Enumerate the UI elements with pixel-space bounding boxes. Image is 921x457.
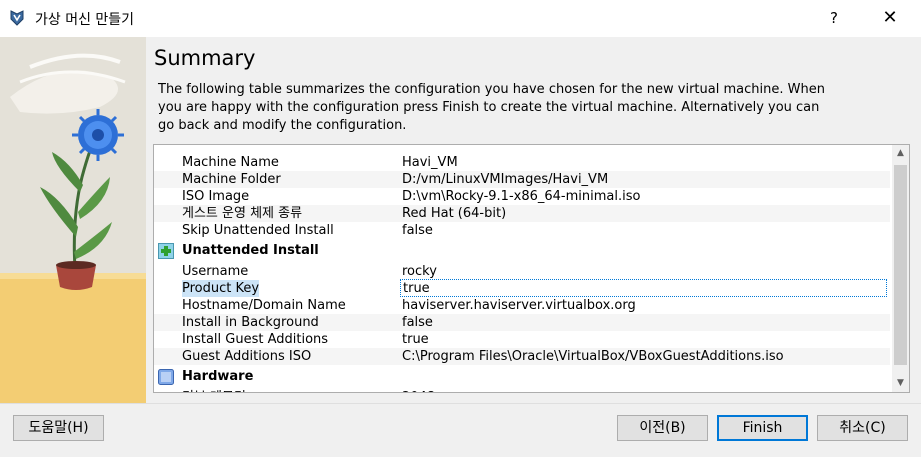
row-key: 기본 메모리 (182, 389, 246, 392)
table-row-selected[interactable]: Product Key true (154, 279, 890, 297)
table-row[interactable]: Machine Name Havi_VM (154, 154, 890, 171)
row-key: Machine Name (182, 155, 279, 170)
row-key: Guest Additions ISO (182, 349, 312, 364)
row-value: haviserver.haviserver.virtualbox.org (402, 298, 636, 313)
row-key: Machine Folder (182, 172, 281, 187)
row-key: Product Key (182, 280, 260, 297)
scroll-up-icon[interactable]: ▲ (892, 145, 909, 162)
title-bar: 가상 머신 만들기 ? ✕ (0, 0, 921, 38)
unattended-install-icon (158, 243, 174, 259)
summary-table[interactable]: Machine Name Havi_VM Machine Folder D:/vm/… (153, 144, 910, 393)
hardware-icon (158, 369, 174, 385)
row-value: Havi_VM (402, 155, 458, 170)
back-button[interactable]: 이전(B) (617, 415, 708, 441)
help-icon[interactable]: ? (818, 4, 850, 32)
vertical-scrollbar[interactable]: ▲ ▼ (892, 145, 909, 392)
scroll-down-icon[interactable]: ▼ (892, 375, 909, 392)
finish-button[interactable]: Finish (717, 415, 808, 441)
row-key: Install Guest Additions (182, 332, 329, 347)
table-row[interactable]: Username rocky (154, 263, 890, 280)
scrollbar-thumb[interactable] (894, 165, 907, 365)
row-value: 2048 (402, 389, 435, 392)
close-icon[interactable]: ✕ (870, 4, 910, 32)
row-value: rocky (402, 264, 437, 279)
row-key: Username (182, 264, 249, 279)
table-row[interactable]: Hostname/Domain Name haviserver.haviserve… (154, 297, 890, 314)
row-key: 게스트 운영 체제 종류 (182, 206, 303, 221)
wizard-illustration (0, 37, 146, 403)
row-value: false (402, 223, 433, 238)
row-value: D:/vm/LinuxVMImages/Havi_VM (402, 172, 609, 187)
row-value: C:\Program Files\Oracle\VirtualBox/VBoxG… (402, 349, 784, 364)
row-value: false (402, 315, 433, 330)
table-row[interactable]: ISO Image D:\vm\Rocky-9.1-x86_64-minimal.… (154, 188, 890, 205)
virtualbox-icon (10, 10, 24, 26)
row-value: true (402, 332, 429, 347)
row-value: Red Hat (64-bit) (402, 206, 507, 221)
table-row[interactable]: Install Guest Additions true (154, 331, 890, 348)
row-value: D:\vm\Rocky-9.1-x86_64-minimal.iso (402, 189, 641, 204)
row-key: Install in Background (182, 315, 319, 330)
section-label: Hardware (182, 369, 254, 384)
row-key: ISO Image (182, 189, 250, 204)
table-spacer (154, 145, 890, 154)
page-description: The following table summarizes the confi… (158, 82, 825, 133)
table-row[interactable]: 기본 메모리 2048 (154, 389, 890, 392)
table-row[interactable]: Machine Folder D:/vm/LinuxVMImages/Havi_V… (154, 171, 890, 188)
row-key: Hostname/Domain Name (182, 298, 346, 313)
table-row[interactable]: Install in Background false (154, 314, 890, 331)
section-label: Unattended Install (182, 243, 319, 258)
table-row[interactable]: 게스트 운영 체제 종류 Red Hat (64-bit) (154, 205, 890, 222)
window-title: 가상 머신 만들기 (35, 12, 135, 28)
summary-rows: Machine Name Havi_VM Machine Folder D:/vm/… (154, 145, 890, 392)
row-value: true (400, 279, 887, 297)
row-key: Skip Unattended Install (182, 223, 334, 238)
cancel-button[interactable]: 취소(C) (817, 415, 908, 441)
section-hardware[interactable]: Hardware (154, 365, 890, 389)
table-row[interactable]: Skip Unattended Install false (154, 222, 890, 239)
table-row[interactable]: Guest Additions ISO C:\Program Files\Orac… (154, 348, 890, 365)
section-unattended-install[interactable]: Unattended Install (154, 239, 890, 263)
page-title: Summary (154, 46, 256, 70)
help-button[interactable]: 도움말(H) (13, 415, 104, 441)
